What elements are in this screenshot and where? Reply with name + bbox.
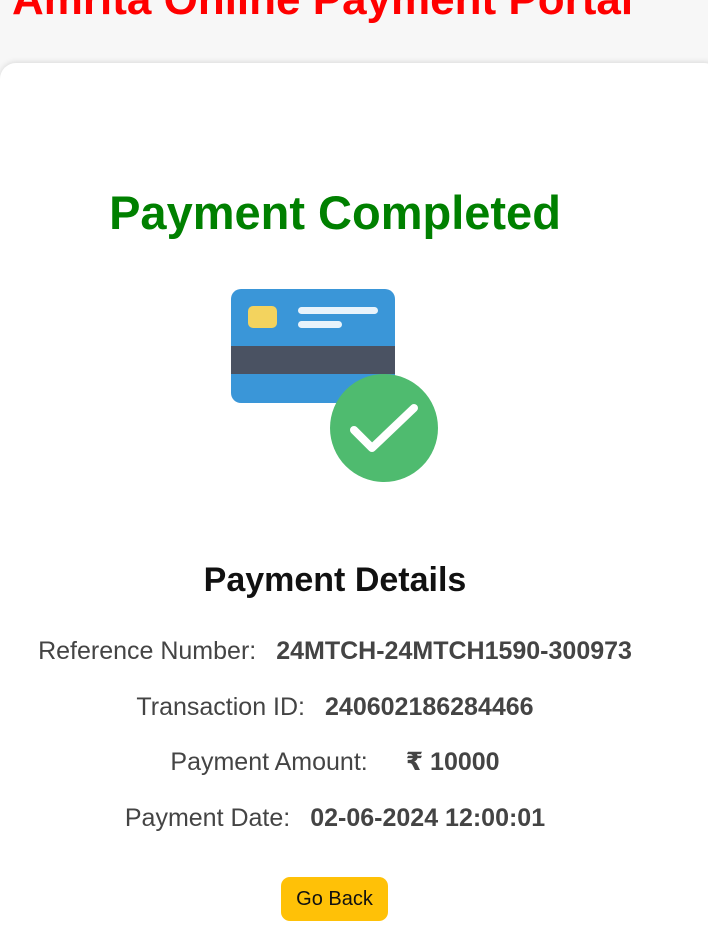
portal-title: Amrita Online Payment Portal: [12, 0, 633, 22]
payment-date-row: Payment Date: 02-06-2024 12:00:01: [0, 803, 670, 833]
reference-number-row: Reference Number: 24MTCH-24MTCH1590-30097…: [0, 636, 670, 666]
payment-amount-value: ₹ 10000: [405, 748, 500, 776]
reference-number-value: 24MTCH-24MTCH1590-300973: [276, 637, 632, 665]
payment-status-title: Payment Completed: [109, 186, 561, 239]
payment-date-value: 02-06-2024 12:00:01: [310, 804, 546, 832]
transaction-id-label: Transaction ID:: [136, 693, 306, 721]
payment-details-title: Payment Details: [203, 561, 467, 599]
credit-card-check-icon: [228, 286, 442, 486]
reference-number-label: Reference Number:: [38, 637, 257, 665]
payment-date-label: Payment Date:: [124, 804, 291, 832]
card-chip-icon: [248, 306, 277, 328]
go-back-button[interactable]: Go Back: [281, 877, 388, 921]
payment-amount-row: Payment Amount: ₹ 10000: [0, 747, 670, 777]
transaction-id-row: Transaction ID: 240602186284466: [0, 692, 670, 722]
payment-amount-label: Payment Amount:: [170, 748, 368, 776]
transaction-id-value: 240602186284466: [325, 693, 534, 721]
payment-page: Amrita Online Payment Portal Payment Com…: [0, 0, 708, 925]
check-circle-icon: [330, 374, 438, 482]
